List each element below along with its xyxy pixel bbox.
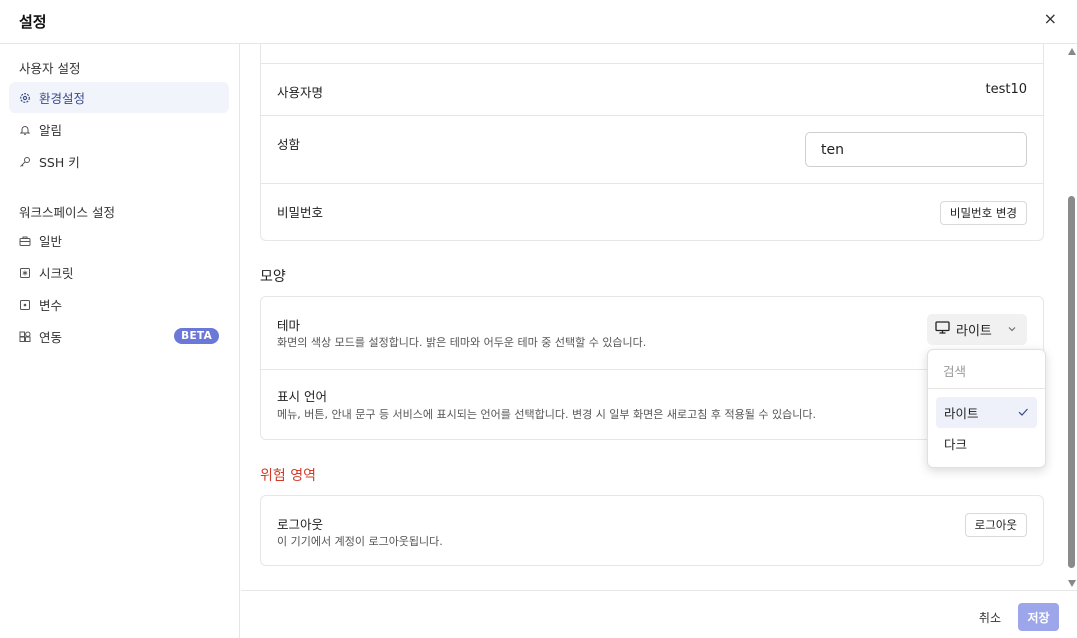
language-label: 표시 언어: [277, 389, 327, 404]
logout-row: 로그아웃 이 기기에서 계정이 로그아웃됩니다. 로그아웃: [261, 496, 1043, 566]
briefcase-icon: [19, 235, 31, 247]
chevron-down-icon: [1007, 323, 1017, 338]
theme-dropdown: 검색 라이트 다크: [927, 349, 1046, 468]
content-scrollbar[interactable]: [1066, 44, 1077, 590]
option-label: 라이트: [944, 406, 979, 421]
save-button[interactable]: 저장: [1018, 603, 1059, 631]
bell-icon: [19, 124, 31, 136]
sidebar-item-label: 변수: [39, 298, 63, 313]
sidebar-item-general[interactable]: 일반: [9, 225, 229, 256]
change-password-button[interactable]: 비밀번호 변경: [939, 201, 1027, 225]
sidebar-item-label: 알림: [39, 123, 63, 138]
username-value: test10: [985, 82, 1027, 97]
theme-option-light[interactable]: 라이트: [936, 397, 1037, 428]
sidebar-item-variables[interactable]: 변수: [9, 289, 229, 320]
dropdown-divider: [928, 388, 1045, 389]
user-settings-heading: 사용자 설정: [19, 61, 81, 76]
fullname-row: 성함: [261, 115, 1043, 183]
password-label: 비밀번호: [277, 205, 324, 220]
sidebar-item-ssh-keys[interactable]: SSH 키: [9, 146, 229, 177]
appearance-heading: 모양: [260, 269, 286, 285]
theme-label: 테마: [277, 318, 301, 333]
theme-row: 테마 화면의 색상 모드를 설정합니다. 밝은 테마와 어두운 테마 중 선택할…: [261, 297, 1043, 369]
dialog-title: 설정: [19, 13, 47, 31]
sidebar-item-preferences[interactable]: 환경설정: [9, 82, 229, 113]
danger-card: 로그아웃 이 기기에서 계정이 로그아웃됩니다. 로그아웃: [260, 495, 1044, 566]
settings-sidebar: 사용자 설정 환경설정 알림 SSH 키 워크스페이스 설정 일반 시크릿 변수…: [0, 44, 240, 638]
scrollbar-thumb[interactable]: [1068, 196, 1075, 568]
danger-zone-heading: 위험 영역: [260, 468, 316, 484]
logout-description: 이 기기에서 계정이 로그아웃됩니다.: [277, 535, 443, 548]
settings-content: 사용자명 test10 성함 비밀번호 비밀번호 변경 모양 테마 화면의 색상…: [241, 44, 1077, 590]
sidebar-item-secrets[interactable]: 시크릿: [9, 257, 229, 288]
secret-icon: [19, 267, 31, 279]
sidebar-item-label: 일반: [39, 234, 63, 249]
sidebar-item-label: 연동: [39, 330, 63, 345]
theme-select-value: 라이트: [956, 324, 992, 339]
language-row: 표시 언어 메뉴, 버튼, 안내 문구 등 서비스에 표시되는 언어를 선택합니…: [261, 369, 1043, 440]
language-description: 메뉴, 버튼, 안내 문구 등 서비스에 표시되는 언어를 선택합니다. 변경 …: [277, 408, 816, 421]
username-label: 사용자명: [277, 85, 324, 100]
fullname-label: 성함: [277, 137, 301, 152]
dialog-header: 설정 ×: [0, 0, 1077, 44]
monitor-icon: [935, 321, 950, 338]
sidebar-item-integrations[interactable]: 연동 BETA: [9, 321, 229, 352]
cancel-button[interactable]: 취소: [979, 603, 1001, 631]
close-icon[interactable]: ×: [1044, 10, 1057, 28]
sidebar-item-label: 환경설정: [39, 91, 86, 106]
theme-select[interactable]: 라이트: [927, 314, 1027, 345]
variable-icon: [19, 299, 31, 311]
dropdown-search-input[interactable]: 검색: [943, 361, 966, 380]
key-icon: [19, 156, 31, 168]
password-row: 비밀번호 비밀번호 변경: [261, 183, 1043, 241]
dialog-footer: 취소 저장: [241, 590, 1077, 638]
logout-button[interactable]: 로그아웃: [964, 513, 1027, 537]
sidebar-item-notifications[interactable]: 알림: [9, 114, 229, 145]
integration-icon: [19, 331, 31, 343]
sidebar-item-label: 시크릿: [39, 266, 74, 281]
theme-option-dark[interactable]: 다크: [936, 428, 1037, 459]
check-icon: [1017, 406, 1029, 421]
account-card: 사용자명 test10 성함 비밀번호 비밀번호 변경: [260, 44, 1044, 241]
logout-label: 로그아웃: [277, 517, 324, 532]
beta-badge: BETA: [174, 328, 219, 344]
username-row: 사용자명 test10: [261, 63, 1043, 115]
theme-description: 화면의 색상 모드를 설정합니다. 밝은 테마와 어두운 테마 중 선택할 수 …: [277, 336, 647, 349]
scroll-up-arrow-icon[interactable]: [1068, 48, 1076, 55]
workspace-settings-heading: 워크스페이스 설정: [19, 205, 115, 220]
fullname-input[interactable]: [805, 132, 1027, 167]
sidebar-item-label: SSH 키: [39, 155, 80, 170]
scroll-down-arrow-icon[interactable]: [1068, 580, 1076, 587]
option-label: 다크: [944, 437, 968, 452]
gear-icon: [19, 92, 31, 104]
